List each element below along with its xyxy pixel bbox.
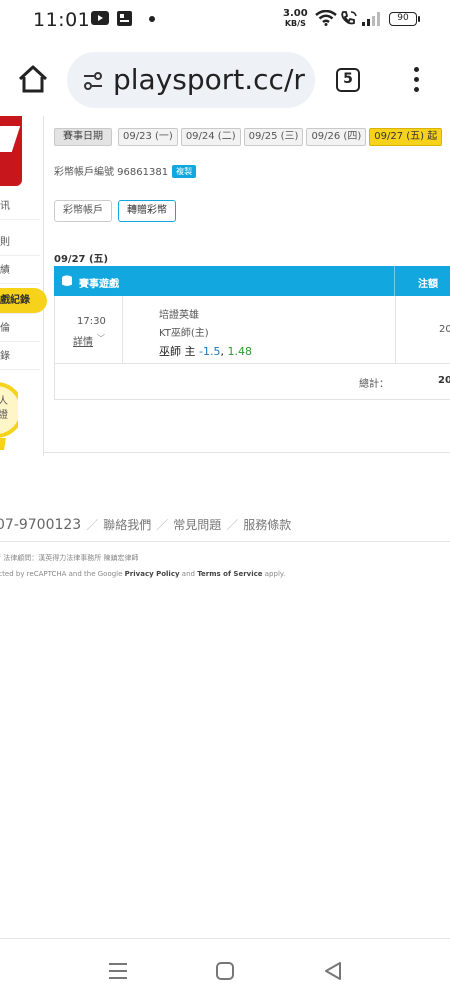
date-filter: 賽事日期 09/23 (一) 09/24 (二) 09/25 (三) 09/26 (四)… <box>54 124 445 146</box>
wifi-icon <box>315 10 337 26</box>
bet-table: 賽事遊戲 注額 17:30 詳情 ﹀ 培證英雄 KT巫師(主) 巫師 主 -1.… <box>54 266 450 400</box>
tabs-icon[interactable]: 5 <box>336 68 360 92</box>
network-speed: 3.00 KB/S <box>283 8 308 29</box>
sidebar-item-log[interactable]: 錄 <box>0 344 40 370</box>
footer-divider <box>0 541 450 542</box>
total-label: 總計： <box>359 379 389 390</box>
pick-handicap: -1.5 <box>199 345 221 358</box>
browser-toolbar: playsport.cc/r 5 <box>0 40 450 116</box>
system-nav-bar <box>0 938 450 1000</box>
date-chip[interactable]: 09/26 (四) <box>306 128 367 146</box>
site-logo[interactable] <box>0 116 22 186</box>
footer-link-contact[interactable]: 聯絡我們 <box>103 518 151 532</box>
bulb-text-1: 人 <box>0 395 8 407</box>
web-page: 讯 則 績 戲紀錄 倫 錄 人 證 賽事日期 09/23 (一) 09/24 (二)… <box>0 116 450 936</box>
youtube-icon <box>91 11 109 25</box>
date-filter-label: 賽事日期 <box>54 128 112 146</box>
recaptcha-notice: ected by reCAPTCHA and the Google Privac… <box>0 570 286 578</box>
header-stake: 注額 <box>418 279 438 290</box>
date-chip[interactable]: 09/24 (二) <box>180 128 241 146</box>
table-total-row: 總計： 20 <box>54 364 450 400</box>
status-bar: 11:01 3.00 KB/S 90 <box>0 0 450 40</box>
table-row: 17:30 詳情 ﹀ 培證英雄 KT巫師(主) 巫師 主 -1.5, 1.48 … <box>54 296 450 364</box>
table-header: 賽事遊戲 注額 <box>54 266 450 296</box>
sidebar-item-game-history[interactable]: 戲紀錄 <box>0 288 47 314</box>
home-nav-icon[interactable] <box>213 959 237 983</box>
clock: 11:01 <box>33 9 91 31</box>
menu-icon[interactable] <box>410 67 422 95</box>
total-value: 20 <box>438 375 450 386</box>
phone-number[interactable]: 07-9700123 <box>0 517 81 533</box>
stake-value: 20 <box>439 324 450 335</box>
footer-links: 07-9700123 ／聯絡我們／常見問題／服務條款 <box>0 516 291 533</box>
tab-coin-account[interactable]: 彩幣帳戶 <box>54 200 112 222</box>
sidebar-item-discuss[interactable]: 倫 <box>0 316 40 342</box>
legal-counsel: 所 法律顧問：漢英得力法律事務所 陳鎮宏律師 <box>0 554 139 562</box>
account-tabs: 彩幣帳戶 轉贈彩幣 <box>54 198 182 222</box>
match-time: 17:30 <box>77 316 106 327</box>
copy-button[interactable]: 複製 <box>172 165 197 178</box>
bulb-text-2: 證 <box>0 408 8 421</box>
section-date: 09/27 (五) <box>54 254 109 265</box>
address-bar[interactable]: playsport.cc/r <box>67 52 315 108</box>
home-icon[interactable] <box>16 62 50 96</box>
privacy-policy-link[interactable]: Privacy Policy <box>125 570 180 578</box>
site-settings-icon[interactable] <box>81 69 105 93</box>
battery-icon: 90 <box>389 12 420 26</box>
terms-of-service-link[interactable]: Terms of Service <box>197 570 262 578</box>
notification-dot-icon <box>149 16 155 22</box>
recent-apps-icon[interactable] <box>106 959 130 983</box>
lightbulb-icon[interactable]: 人 證 <box>0 376 18 476</box>
footer-link-terms[interactable]: 服務條款 <box>243 518 291 532</box>
panel-divider <box>44 452 450 454</box>
account-label: 彩幣帳戶編號 96861381 <box>54 167 169 178</box>
sidebar-item-news[interactable]: 讯 <box>0 194 40 220</box>
back-icon[interactable] <box>321 959 345 983</box>
date-chip-active[interactable]: 09/27 (五) 起 <box>369 128 443 146</box>
pick-odds: 1.48 <box>227 345 252 358</box>
database-icon <box>62 275 72 286</box>
date-chip[interactable]: 09/23 (一) <box>118 128 178 146</box>
header-game: 賽事遊戲 <box>79 279 119 290</box>
footer-link-faq[interactable]: 常見問題 <box>173 518 221 532</box>
sidebar-item-rules[interactable]: 則 <box>0 230 40 256</box>
sidebar-item-record[interactable]: 績 <box>0 258 40 284</box>
tab-transfer-coins[interactable]: 轉贈彩幣 <box>118 200 176 222</box>
details-link[interactable]: 詳情 <box>73 333 93 348</box>
wifi-calling-icon <box>341 11 357 25</box>
url-text[interactable]: playsport.cc/r <box>113 63 305 96</box>
date-chip[interactable]: 09/25 (三) <box>243 128 304 146</box>
chevron-down-icon[interactable]: ﹀ <box>97 333 105 344</box>
pick: 巫師 主 -1.5, 1.48 <box>159 345 252 358</box>
match-team: KT巫師(主) <box>159 328 209 339</box>
league-name: 培證英雄 <box>159 310 199 321</box>
signal-icon <box>362 12 380 26</box>
gallery-icon <box>117 11 132 26</box>
account-number: 彩幣帳戶編號 96861381 複製 <box>54 163 197 178</box>
